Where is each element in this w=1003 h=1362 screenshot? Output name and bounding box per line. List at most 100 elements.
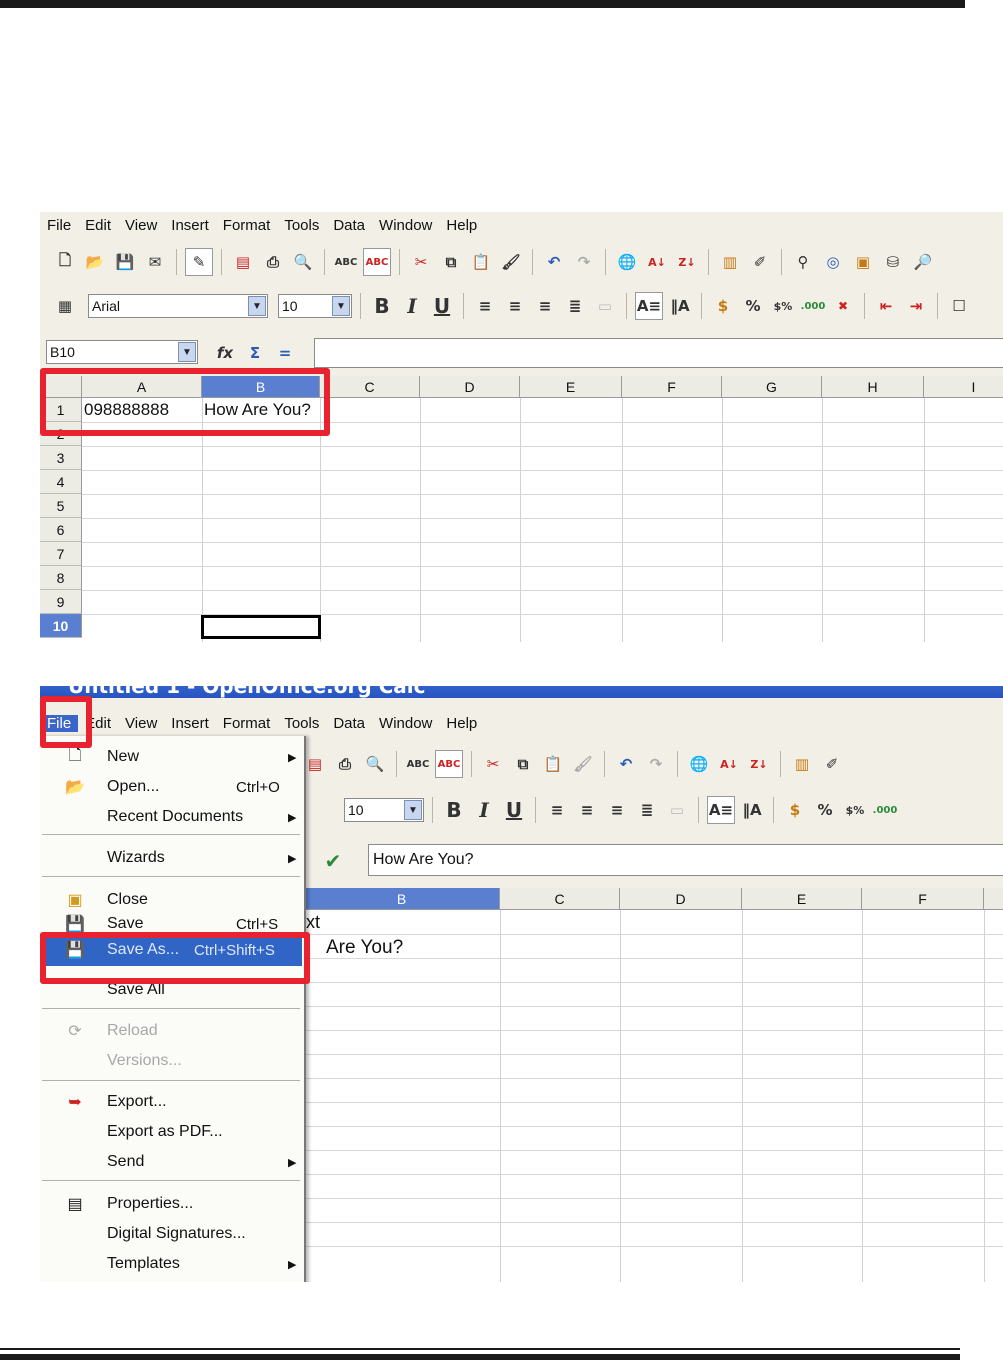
font-name-combo[interactable]: Arial ▼ — [88, 294, 268, 318]
align-right-icon[interactable]: ≡ — [532, 293, 558, 319]
format-paintbrush-icon[interactable]: 🖌 — [498, 249, 524, 275]
sort-descending-icon[interactable]: Z↓ — [674, 249, 700, 275]
copy-icon[interactable]: ⧉ — [438, 249, 464, 275]
column-header-f[interactable]: F — [622, 376, 722, 398]
underline-icon[interactable]: U — [501, 797, 527, 823]
column-header-e[interactable]: E — [520, 376, 622, 398]
row-header-10[interactable]: 10 — [40, 614, 82, 638]
format-paintbrush-icon[interactable]: 🖌 — [570, 751, 596, 777]
vertical-text-icon[interactable]: ‖A — [739, 797, 765, 823]
row-header-3[interactable]: 3 — [40, 446, 82, 470]
percent-format-icon[interactable]: % — [812, 797, 838, 823]
hyperlink-icon[interactable]: 🌐 — [686, 751, 712, 777]
spellcheck-icon[interactable]: ABC — [405, 751, 431, 777]
font-size-combo[interactable]: 10 ▼ — [278, 294, 352, 318]
vertical-text-icon[interactable]: ‖A — [667, 293, 693, 319]
menu-data[interactable]: Data — [326, 217, 372, 234]
menu-data[interactable]: Data — [326, 715, 372, 732]
menu-window[interactable]: Window — [372, 715, 439, 732]
currency-format-icon[interactable]: $ — [710, 293, 736, 319]
menu-help[interactable]: Help — [439, 715, 484, 732]
redo-icon[interactable]: ↷ — [571, 249, 597, 275]
formula-input[interactable] — [314, 338, 1003, 368]
sum-icon[interactable]: Σ — [242, 340, 268, 366]
column-header-g[interactable]: G — [722, 376, 822, 398]
percent-format-icon[interactable]: % — [740, 293, 766, 319]
redo-icon[interactable]: ↷ — [643, 751, 669, 777]
row-header-6[interactable]: 6 — [40, 518, 82, 542]
align-center-icon[interactable]: ≡ — [574, 797, 600, 823]
menu-item-save[interactable]: 💾 Save Ctrl+S — [40, 914, 302, 934]
bold-icon[interactable]: B — [441, 797, 467, 823]
chart-icon[interactable]: ▥ — [717, 249, 743, 275]
zoom-icon[interactable]: 🔎 — [910, 249, 936, 275]
cell-a1-fragment[interactable]: xt — [304, 910, 500, 934]
column-header-c[interactable]: C — [500, 888, 620, 910]
menu-item-templates[interactable]: Templates ▶ — [40, 1250, 302, 1278]
print-icon[interactable]: ⎙ — [332, 751, 358, 777]
column-header-next[interactable] — [984, 888, 1003, 910]
styles-formatting-icon[interactable]: ▦ — [52, 293, 78, 319]
merge-cells-icon[interactable]: ▭ — [592, 293, 618, 319]
text-direction-icon[interactable]: A≡ — [707, 796, 735, 824]
cut-icon[interactable]: ✂ — [408, 249, 434, 275]
undo-icon[interactable]: ↶ — [541, 249, 567, 275]
menu-insert[interactable]: Insert — [164, 715, 216, 732]
menu-view[interactable]: View — [118, 715, 164, 732]
new-document-icon[interactable]: 🗋 — [52, 249, 78, 275]
menu-item-recent-documents[interactable]: Recent Documents ▶ — [40, 803, 302, 831]
autospellcheck-icon[interactable]: ABC — [363, 248, 391, 276]
standard-format-icon[interactable]: $% — [842, 797, 868, 823]
italic-icon[interactable]: I — [399, 293, 425, 319]
menu-file[interactable]: File — [40, 217, 78, 234]
font-size-combo[interactable]: 10 ▼ — [344, 798, 424, 822]
paste-icon[interactable]: 📋 — [468, 249, 494, 275]
save-icon[interactable]: 💾 — [112, 249, 138, 275]
align-center-icon[interactable]: ≡ — [502, 293, 528, 319]
navigator-icon[interactable]: ◎ — [820, 249, 846, 275]
page-preview-icon[interactable]: 🔍 — [362, 751, 388, 777]
function-wizard-icon[interactable]: fx — [212, 340, 238, 366]
hyperlink-icon[interactable]: 🌐 — [614, 249, 640, 275]
gallery-icon[interactable]: ▣ — [850, 249, 876, 275]
text-direction-icon[interactable]: A≡ — [635, 292, 663, 320]
formula-input[interactable]: How Are You? — [368, 844, 1003, 876]
menu-item-export[interactable]: ➥ Export... — [40, 1088, 302, 1116]
spellcheck-icon[interactable]: ABC — [333, 249, 359, 275]
export-pdf-icon[interactable]: ▤ — [230, 249, 256, 275]
copy-icon[interactable]: ⧉ — [510, 751, 536, 777]
italic-icon[interactable]: I — [471, 797, 497, 823]
column-header-b[interactable]: B — [304, 888, 500, 910]
chevron-down-icon[interactable]: ▼ — [178, 342, 196, 362]
sort-ascending-icon[interactable]: A↓ — [716, 751, 742, 777]
menu-item-reload[interactable]: ⟳ Reload — [40, 1017, 302, 1045]
menu-item-digital-signatures[interactable]: Digital Signatures... — [40, 1220, 302, 1248]
column-header-d[interactable]: D — [620, 888, 742, 910]
draw-functions-icon[interactable]: ✐ — [819, 751, 845, 777]
function-icon[interactable]: = — [272, 340, 298, 366]
menu-item-wizards[interactable]: Wizards ▶ — [40, 844, 302, 872]
menu-item-export-pdf[interactable]: Export as PDF... — [40, 1118, 302, 1146]
chevron-down-icon[interactable]: ▼ — [404, 800, 422, 820]
align-left-icon[interactable]: ≡ — [472, 293, 498, 319]
menu-tools[interactable]: Tools — [277, 217, 326, 234]
column-header-e[interactable]: E — [742, 888, 862, 910]
increase-indent-icon[interactable]: ⇥ — [903, 293, 929, 319]
open-folder-icon[interactable]: 📂 — [82, 249, 108, 275]
justify-icon[interactable]: ≣ — [634, 797, 660, 823]
column-header-f[interactable]: F — [862, 888, 984, 910]
sort-descending-icon[interactable]: Z↓ — [746, 751, 772, 777]
align-left-icon[interactable]: ≡ — [544, 797, 570, 823]
add-decimal-icon[interactable]: .000 — [872, 797, 898, 823]
chart-icon[interactable]: ▥ — [789, 751, 815, 777]
align-right-icon[interactable]: ≡ — [604, 797, 630, 823]
data-sources-icon[interactable]: ⛁ — [880, 249, 906, 275]
add-decimal-icon[interactable]: .000 — [800, 293, 826, 319]
find-replace-icon[interactable]: ⚲ — [790, 249, 816, 275]
row-header-4[interactable]: 4 — [40, 470, 82, 494]
row-header-9[interactable]: 9 — [40, 590, 82, 614]
decrease-indent-icon[interactable]: ⇤ — [873, 293, 899, 319]
standard-format-icon[interactable]: $% — [770, 293, 796, 319]
menu-insert[interactable]: Insert — [164, 217, 216, 234]
print-icon[interactable]: ⎙ — [260, 249, 286, 275]
